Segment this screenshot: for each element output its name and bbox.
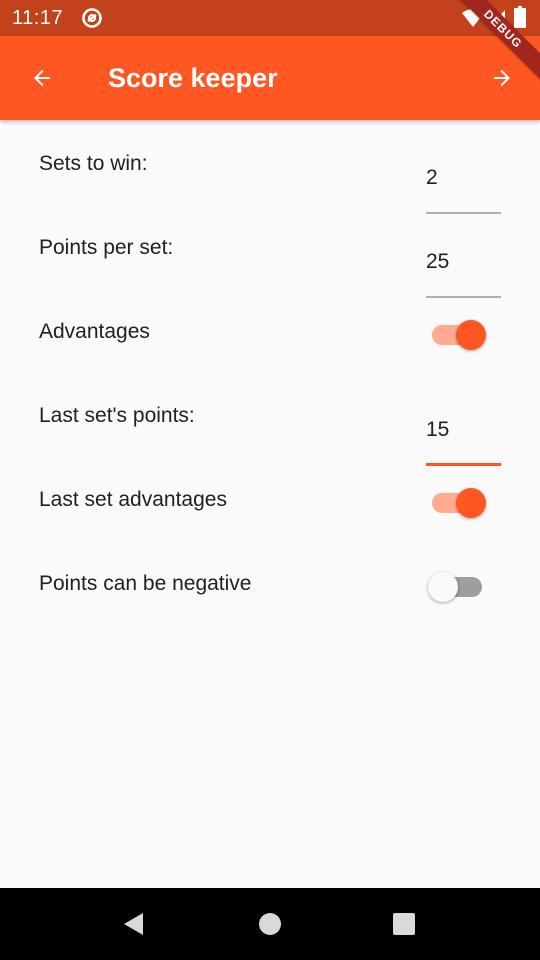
wifi-icon: [461, 8, 485, 28]
forward-button[interactable]: [478, 54, 526, 102]
advantages-label: Advantages: [39, 320, 150, 343]
last-set-points-value: 15: [426, 418, 450, 441]
setting-row-sets-to-win: Sets to win: 2: [0, 120, 540, 214]
points-per-set-value: 25: [426, 250, 450, 273]
nav-back-button[interactable]: [114, 904, 154, 944]
points-can-be-negative-switch[interactable]: [426, 564, 490, 604]
app-bar: Score keeper: [0, 36, 540, 120]
setting-row-last-set-points: Last set's points: 15: [0, 372, 540, 466]
status-bar: 11:17: [0, 0, 540, 36]
setting-row-last-set-advantages: Last set advantages: [0, 456, 540, 540]
nav-recents-icon: [393, 913, 415, 935]
arrow-back-icon: [34, 70, 50, 86]
switch-thumb: [428, 572, 458, 602]
last-set-points-label: Last set's points:: [39, 404, 195, 427]
last-set-advantages-label: Last set advantages: [39, 488, 227, 511]
advantages-switch[interactable]: [426, 312, 490, 352]
nav-home-icon: [259, 913, 281, 935]
switch-thumb: [456, 320, 486, 350]
nav-back-icon: [124, 913, 143, 935]
notification-icon: [81, 7, 103, 29]
nav-home-button[interactable]: [250, 904, 290, 944]
system-nav-bar: [0, 888, 540, 960]
setting-row-points-can-be-negative: Points can be negative: [0, 540, 540, 624]
signal-icon: [488, 8, 506, 28]
back-button[interactable]: [18, 54, 66, 102]
sets-to-win-value: 2: [426, 166, 438, 189]
switch-thumb: [456, 488, 486, 518]
setting-row-advantages: Advantages: [0, 288, 540, 372]
status-time: 11:17: [12, 7, 64, 29]
last-set-advantages-switch[interactable]: [426, 480, 490, 520]
settings-list: Sets to win: 2 Points per set: 25 Advant…: [0, 120, 540, 624]
sets-to-win-label: Sets to win:: [39, 152, 148, 175]
page-title: Score keeper: [108, 63, 278, 93]
arrow-forward-icon: [494, 70, 510, 86]
points-can-be-negative-label: Points can be negative: [39, 572, 252, 595]
points-per-set-label: Points per set:: [39, 236, 174, 259]
battery-icon: [514, 6, 526, 28]
setting-row-points-per-set: Points per set: 25: [0, 204, 540, 298]
nav-recents-button[interactable]: [384, 904, 424, 944]
